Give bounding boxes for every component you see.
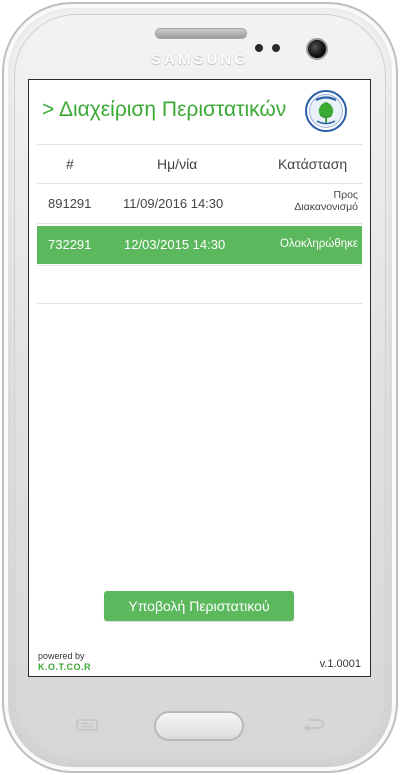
version-label: v.1.0001 [319,658,361,670]
row-date: 12/03/2015 14:30 [124,237,226,252]
light-sensor-icon [272,44,280,52]
front-camera-icon [306,38,328,60]
column-header-id: # [66,156,74,172]
row-divider [37,265,362,266]
proximity-sensor-icon [255,44,263,52]
company-name: K.O.T.CO.R [38,662,92,672]
earpiece-speaker [155,28,247,39]
column-header-status: Κατάσταση [278,156,348,172]
row-status-line2: Διακανονισμό [294,201,358,213]
home-button[interactable] [154,711,244,741]
row-id: 732291 [48,237,92,252]
menu-softkey-icon[interactable] [76,719,98,731]
header-divider [37,144,362,145]
row-status-line1: Προς [333,189,358,201]
row-id: 891291 [48,196,92,211]
table-row[interactable]: 891291 11/09/2016 14:30 Προς Διακανονισμ… [37,185,362,223]
table-row-selected[interactable]: 732291 12/03/2015 14:30 Ολοκληρώθηκε [37,226,362,264]
device-brand: SAMSUNG [151,51,249,68]
row-status: Ολοκληρώθηκε [279,238,358,250]
powered-by-label: powered by [38,651,85,661]
row-divider [37,303,362,304]
row-date: 11/09/2016 14:30 [123,196,224,211]
back-softkey-icon[interactable] [300,716,326,732]
page-title: > Διαχείριση Περιστατικών [42,98,287,121]
app-screen: > Διαχείριση Περιστατικών # Ημ/νία Κατάσ… [28,79,371,677]
submit-incident-button[interactable]: Υποβολή Περιστατικού [104,591,294,621]
row-divider [37,223,362,224]
row-status: Προς Διακανονισμό [294,189,358,213]
organization-logo-icon [305,90,347,132]
table-header-divider [37,183,362,184]
app-header: > Διαχείριση Περιστατικών [29,80,370,144]
column-header-date: Ημ/νία [157,156,198,172]
